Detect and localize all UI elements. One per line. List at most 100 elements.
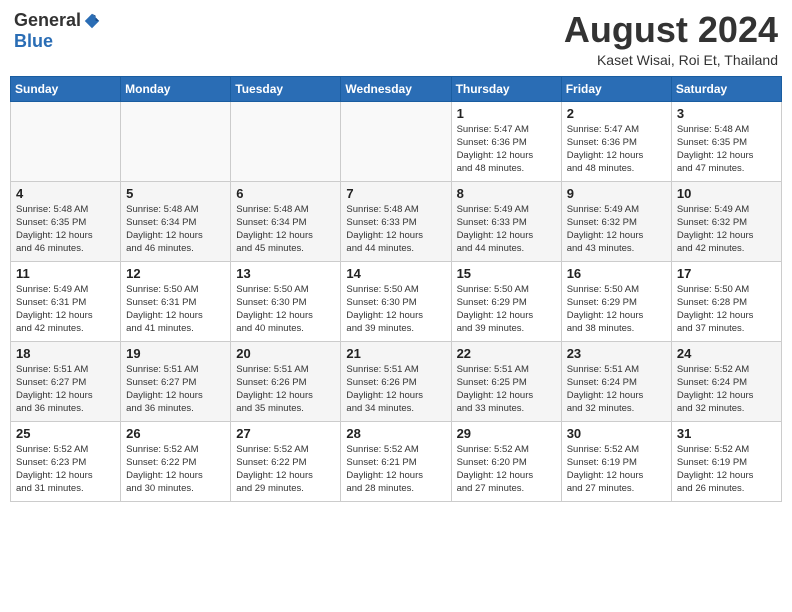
logo-icon [83,12,101,30]
day-number: 3 [677,106,776,121]
day-info: Sunrise: 5:50 AMSunset: 6:30 PMDaylight:… [236,283,335,336]
day-info: Sunrise: 5:48 AMSunset: 6:35 PMDaylight:… [16,203,115,256]
day-number: 11 [16,266,115,281]
day-info: Sunrise: 5:49 AMSunset: 6:32 PMDaylight:… [567,203,666,256]
day-info: Sunrise: 5:51 AMSunset: 6:26 PMDaylight:… [346,363,445,416]
calendar-day-9: 9 Sunrise: 5:49 AMSunset: 6:32 PMDaylight… [561,181,671,261]
day-number: 20 [236,346,335,361]
day-number: 25 [16,426,115,441]
month-year-title: August 2024 [564,10,778,50]
calendar-day-2: 2Sunrise: 5:47 AMSunset: 6:36 PMDaylight… [561,101,671,181]
day-info: Sunrise: 5:51 AMSunset: 6:25 PMDaylight:… [457,363,556,416]
day-info: Sunrise: 5:52 AMSunset: 6:19 PMDaylight:… [567,443,666,496]
weekday-header-saturday: Saturday [671,76,781,101]
day-info: Sunrise: 5:47 AMSunset: 6:36 PMDaylight:… [567,123,666,176]
calendar-day-29: 29 Sunrise: 5:52 AMSunset: 6:20 PMDayligh… [451,421,561,501]
logo: General Blue [14,10,101,52]
calendar-day-26: 26Sunrise: 5:52 AMSunset: 6:22 PMDayligh… [121,421,231,501]
day-info: Sunrise: 5:51 AMSunset: 6:26 PMDaylight:… [236,363,335,416]
weekday-header-row: SundayMondayTuesdayWednesdayThursdayFrid… [11,76,782,101]
calendar-day-5: 5 Sunrise: 5:48 AMSunset: 6:34 PMDaylight… [121,181,231,261]
calendar-week-4: 18 Sunrise: 5:51 AMSunset: 6:27 PMDayligh… [11,341,782,421]
day-number: 5 [126,186,225,201]
title-section: August 2024 Kaset Wisai, Roi Et, Thailan… [564,10,778,68]
weekday-header-friday: Friday [561,76,671,101]
calendar-day-12: 12 Sunrise: 5:50 AMSunset: 6:31 PMDayligh… [121,261,231,341]
day-number: 26 [126,426,225,441]
weekday-header-wednesday: Wednesday [341,76,451,101]
calendar-day-24: 24 Sunrise: 5:52 AMSunset: 6:24 PMDayligh… [671,341,781,421]
calendar-day-15: 15 Sunrise: 5:50 AMSunset: 6:29 PMDayligh… [451,261,561,341]
day-info: Sunrise: 5:52 AMSunset: 6:24 PMDaylight:… [677,363,776,416]
day-info: Sunrise: 5:52 AMSunset: 6:21 PMDaylight:… [346,443,445,496]
day-number: 23 [567,346,666,361]
day-number: 19 [126,346,225,361]
day-number: 29 [457,426,556,441]
day-info: Sunrise: 5:52 AMSunset: 6:20 PMDaylight:… [457,443,556,496]
logo-general-text: General [14,10,81,31]
day-number: 9 [567,186,666,201]
day-info: Sunrise: 5:50 AMSunset: 6:29 PMDaylight:… [457,283,556,336]
day-info: Sunrise: 5:52 AMSunset: 6:22 PMDaylight:… [236,443,335,496]
calendar-day-18: 18 Sunrise: 5:51 AMSunset: 6:27 PMDayligh… [11,341,121,421]
calendar-day-19: 19 Sunrise: 5:51 AMSunset: 6:27 PMDayligh… [121,341,231,421]
calendar-day-1: 1Sunrise: 5:47 AMSunset: 6:36 PMDaylight… [451,101,561,181]
calendar-day-8: 8 Sunrise: 5:49 AMSunset: 6:33 PMDaylight… [451,181,561,261]
calendar-week-3: 11 Sunrise: 5:49 AMSunset: 6:31 PMDayligh… [11,261,782,341]
calendar-day-11: 11 Sunrise: 5:49 AMSunset: 6:31 PMDayligh… [11,261,121,341]
weekday-header-tuesday: Tuesday [231,76,341,101]
day-info: Sunrise: 5:51 AMSunset: 6:24 PMDaylight:… [567,363,666,416]
calendar-day-empty [121,101,231,181]
calendar-day-31: 31 Sunrise: 5:52 AMSunset: 6:19 PMDayligh… [671,421,781,501]
day-number: 7 [346,186,445,201]
logo-blue-text: Blue [14,31,53,51]
day-info: Sunrise: 5:50 AMSunset: 6:29 PMDaylight:… [567,283,666,336]
day-info: Sunrise: 5:49 AMSunset: 6:31 PMDaylight:… [16,283,115,336]
day-number: 13 [236,266,335,281]
day-number: 17 [677,266,776,281]
calendar-day-22: 22Sunrise: 5:51 AMSunset: 6:25 PMDayligh… [451,341,561,421]
calendar-day-14: 14 Sunrise: 5:50 AMSunset: 6:30 PMDayligh… [341,261,451,341]
calendar-day-10: 10Sunrise: 5:49 AMSunset: 6:32 PMDayligh… [671,181,781,261]
day-info: Sunrise: 5:50 AMSunset: 6:28 PMDaylight:… [677,283,776,336]
day-info: Sunrise: 5:51 AMSunset: 6:27 PMDaylight:… [126,363,225,416]
day-number: 12 [126,266,225,281]
day-number: 14 [346,266,445,281]
day-number: 4 [16,186,115,201]
day-number: 24 [677,346,776,361]
day-number: 31 [677,426,776,441]
day-number: 30 [567,426,666,441]
day-number: 6 [236,186,335,201]
day-info: Sunrise: 5:47 AMSunset: 6:36 PMDaylight:… [457,123,556,176]
day-info: Sunrise: 5:52 AMSunset: 6:19 PMDaylight:… [677,443,776,496]
day-info: Sunrise: 5:49 AMSunset: 6:33 PMDaylight:… [457,203,556,256]
day-info: Sunrise: 5:48 AMSunset: 6:35 PMDaylight:… [677,123,776,176]
calendar-day-28: 28Sunrise: 5:52 AMSunset: 6:21 PMDayligh… [341,421,451,501]
calendar-day-7: 7Sunrise: 5:48 AMSunset: 6:33 PMDaylight… [341,181,451,261]
day-info: Sunrise: 5:52 AMSunset: 6:23 PMDaylight:… [16,443,115,496]
day-info: Sunrise: 5:51 AMSunset: 6:27 PMDaylight:… [16,363,115,416]
calendar-day-27: 27 Sunrise: 5:52 AMSunset: 6:22 PMDayligh… [231,421,341,501]
calendar-day-21: 21 Sunrise: 5:51 AMSunset: 6:26 PMDayligh… [341,341,451,421]
day-number: 21 [346,346,445,361]
day-number: 16 [567,266,666,281]
day-number: 10 [677,186,776,201]
calendar-day-empty [231,101,341,181]
day-number: 15 [457,266,556,281]
calendar-day-20: 20 Sunrise: 5:51 AMSunset: 6:26 PMDayligh… [231,341,341,421]
weekday-header-thursday: Thursday [451,76,561,101]
calendar-day-empty [341,101,451,181]
day-info: Sunrise: 5:50 AMSunset: 6:30 PMDaylight:… [346,283,445,336]
calendar-day-16: 16 Sunrise: 5:50 AMSunset: 6:29 PMDayligh… [561,261,671,341]
calendar-day-empty [11,101,121,181]
day-number: 18 [16,346,115,361]
day-number: 8 [457,186,556,201]
day-number: 27 [236,426,335,441]
weekday-header-sunday: Sunday [11,76,121,101]
calendar-week-1: 1Sunrise: 5:47 AMSunset: 6:36 PMDaylight… [11,101,782,181]
calendar-week-5: 25 Sunrise: 5:52 AMSunset: 6:23 PMDayligh… [11,421,782,501]
day-info: Sunrise: 5:50 AMSunset: 6:31 PMDaylight:… [126,283,225,336]
day-info: Sunrise: 5:48 AMSunset: 6:34 PMDaylight:… [126,203,225,256]
calendar-day-23: 23 Sunrise: 5:51 AMSunset: 6:24 PMDayligh… [561,341,671,421]
calendar-day-6: 6Sunrise: 5:48 AMSunset: 6:34 PMDaylight… [231,181,341,261]
